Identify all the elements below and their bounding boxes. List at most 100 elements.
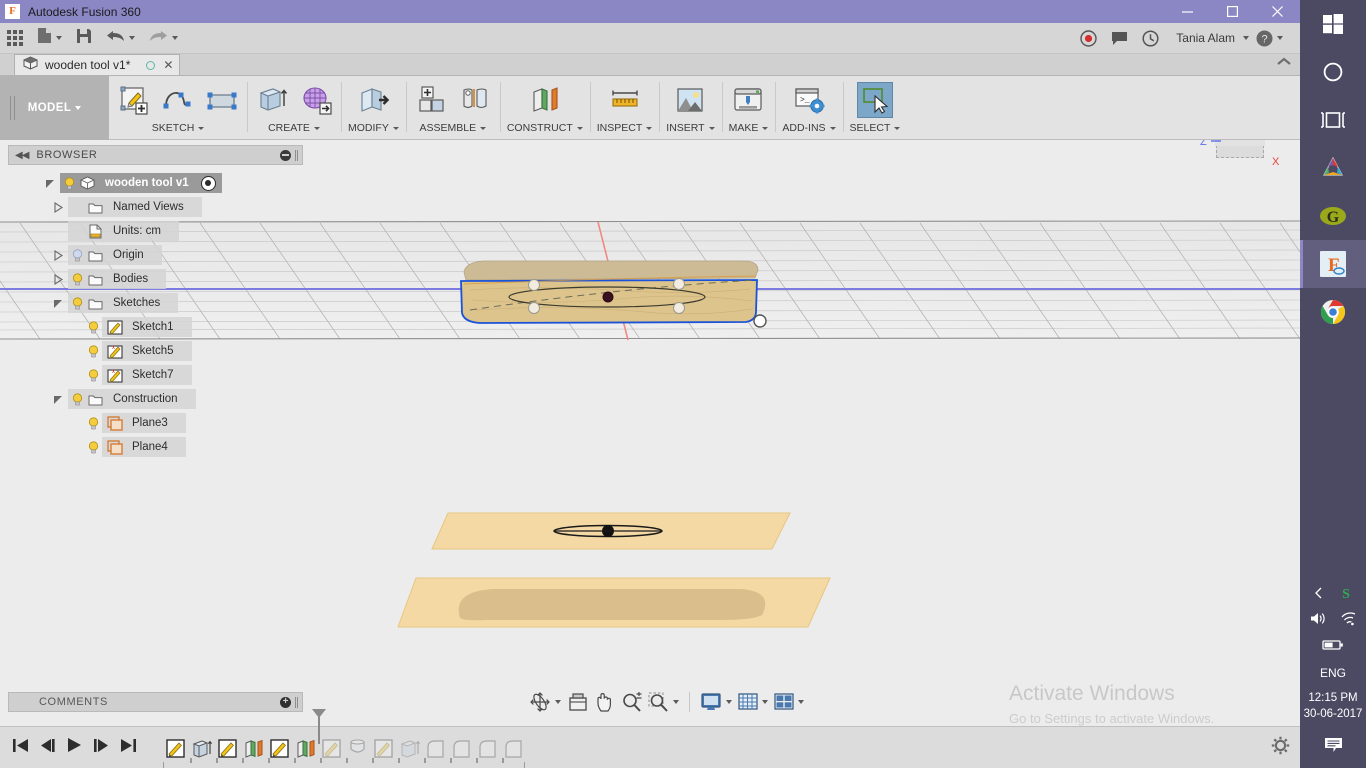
add-comment-icon[interactable]: + xyxy=(280,696,291,708)
tree-row-named-views[interactable]: Named Views xyxy=(8,195,303,219)
ribbon-group-label-sketch[interactable]: SKETCH xyxy=(152,122,205,134)
taskbar-chrome-button[interactable] xyxy=(1300,288,1366,336)
construction-plane-4[interactable] xyxy=(390,565,840,635)
twisty-collapsed-icon[interactable] xyxy=(48,273,68,285)
timeline-feature-fillet[interactable] xyxy=(475,737,499,761)
create-form-button[interactable] xyxy=(298,82,334,118)
timeline-feature-sketch[interactable] xyxy=(267,737,291,761)
timeline-settings-button[interactable] xyxy=(1271,736,1290,760)
grip-icon[interactable] xyxy=(295,696,298,708)
taskbar-start-button[interactable] xyxy=(1300,0,1366,48)
new-file-button[interactable] xyxy=(30,23,69,54)
visibility-bulb-on-icon[interactable] xyxy=(68,296,86,310)
tree-row-plane4[interactable]: Plane4 xyxy=(8,435,303,459)
timeline-feature-plane[interactable] xyxy=(241,737,265,761)
chevron-down-icon[interactable] xyxy=(798,700,804,704)
sync-dot-icon[interactable] xyxy=(146,60,156,70)
joint-button[interactable] xyxy=(457,82,493,118)
taskbar-g-app-button[interactable]: G xyxy=(1300,192,1366,240)
spline-button[interactable] xyxy=(160,82,196,118)
construction-plane-3[interactable] xyxy=(420,505,810,565)
timeline-feature-loft[interactable] xyxy=(345,737,369,761)
view-cube[interactable]: RIGHT Y X Z xyxy=(1194,140,1290,188)
timeline-feature-sketch[interactable] xyxy=(371,737,395,761)
timeline-feature-extrude[interactable] xyxy=(397,737,421,761)
step-back-button[interactable] xyxy=(39,738,56,758)
user-name-label[interactable]: Tania Alam xyxy=(1176,31,1235,45)
ribbon-group-label-create[interactable]: CREATE xyxy=(268,122,320,134)
taskbar-autodesk-button[interactable] xyxy=(1300,144,1366,192)
battery-icon[interactable] xyxy=(1322,638,1344,656)
wifi-icon[interactable] xyxy=(1340,611,1357,631)
twisty-collapsed-icon[interactable] xyxy=(48,249,68,261)
fit-button[interactable] xyxy=(646,689,681,715)
ribbon-collapse-button[interactable] xyxy=(1276,54,1292,72)
close-icon[interactable]: ✕ xyxy=(163,59,173,71)
help-button[interactable]: ? xyxy=(1249,23,1290,54)
step-forward-button[interactable] xyxy=(93,738,110,758)
tree-row-sketch1[interactable]: Sketch1 xyxy=(8,315,303,339)
tree-row-plane3[interactable]: Plane3 xyxy=(8,411,303,435)
timeline-feature-fillet[interactable] xyxy=(423,737,447,761)
grid-snaps-button[interactable] xyxy=(736,689,770,715)
comment-button[interactable] xyxy=(1104,23,1135,54)
select-window-button[interactable] xyxy=(856,82,893,118)
offset-plane-button[interactable] xyxy=(527,82,563,118)
taskbar-task-view-button[interactable] xyxy=(1300,96,1366,144)
tree-row-root[interactable]: wooden tool v1 xyxy=(8,171,303,195)
tray-action-center-button[interactable] xyxy=(1300,722,1366,768)
zoom-button[interactable] xyxy=(619,689,644,715)
ribbon-group-label-insert[interactable]: INSERT xyxy=(666,122,715,134)
measure-button[interactable] xyxy=(607,82,643,118)
twisty-expanded-icon[interactable] xyxy=(40,178,60,189)
timeline-feature-fillet[interactable] xyxy=(449,737,473,761)
redo-button[interactable] xyxy=(142,23,185,54)
tray-language[interactable]: ENG xyxy=(1320,666,1346,680)
display-settings-button[interactable] xyxy=(698,689,734,715)
undo-button[interactable] xyxy=(99,23,142,54)
ribbon-group-label-select[interactable]: SELECT xyxy=(850,122,901,134)
tray-clock[interactable]: 12:15 PM 30-06-2017 xyxy=(1304,690,1363,722)
orbit-button[interactable] xyxy=(527,689,563,715)
extrude-button[interactable] xyxy=(254,82,290,118)
visibility-bulb-off-icon[interactable] xyxy=(68,248,86,262)
visibility-bulb-on-icon[interactable] xyxy=(84,344,102,358)
chevron-up-icon[interactable] xyxy=(1313,586,1325,604)
visibility-bulb-on-icon[interactable] xyxy=(68,392,86,406)
press-pull-button[interactable] xyxy=(355,82,391,118)
save-button[interactable] xyxy=(69,23,99,54)
taskbar-fusion360-button[interactable]: F xyxy=(1300,240,1366,288)
volume-icon[interactable] xyxy=(1310,611,1327,631)
maximize-button[interactable] xyxy=(1210,0,1255,23)
tree-row-sketch7[interactable]: x Sketch7 xyxy=(8,363,303,387)
rectangle-button[interactable] xyxy=(204,82,240,118)
document-tab[interactable]: wooden tool v1* ✕ xyxy=(14,54,181,75)
look-at-button[interactable] xyxy=(565,689,591,715)
ribbon-group-label-construct[interactable]: CONSTRUCT xyxy=(507,122,583,134)
app-grid-button[interactable] xyxy=(0,23,30,54)
taskbar-cortana-button[interactable] xyxy=(1300,48,1366,96)
timeline-feature-extrude[interactable] xyxy=(189,737,213,761)
play-button[interactable] xyxy=(66,737,83,758)
ribbon-group-label-modify[interactable]: MODIFY xyxy=(348,122,399,134)
wooden-body-solid[interactable] xyxy=(450,250,780,330)
chevron-down-icon[interactable] xyxy=(673,700,679,704)
chevron-down-icon[interactable] xyxy=(762,700,768,704)
tree-row-construction[interactable]: Construction xyxy=(8,387,303,411)
minus-circle-icon[interactable] xyxy=(280,149,291,161)
visibility-bulb-on-icon[interactable] xyxy=(84,320,102,334)
timeline-feature-fillet[interactable] xyxy=(501,737,525,761)
history-button[interactable] xyxy=(1135,23,1166,54)
visibility-bulb-on-icon[interactable] xyxy=(84,368,102,382)
twisty-expanded-icon[interactable] xyxy=(48,298,68,309)
view-cube-face[interactable]: RIGHT xyxy=(1214,140,1266,158)
ribbon-group-label-inspect[interactable]: INSPECT xyxy=(597,122,653,134)
tree-row-units[interactable]: Units: cm xyxy=(8,219,303,243)
pan-button[interactable] xyxy=(593,689,617,715)
visibility-bulb-on-icon[interactable] xyxy=(60,176,78,190)
timeline-marker[interactable] xyxy=(312,708,326,744)
insert-image-button[interactable] xyxy=(672,82,708,118)
3d-print-button[interactable] xyxy=(730,82,766,118)
visibility-bulb-on-icon[interactable] xyxy=(68,272,86,286)
tree-row-bodies[interactable]: Bodies xyxy=(8,267,303,291)
